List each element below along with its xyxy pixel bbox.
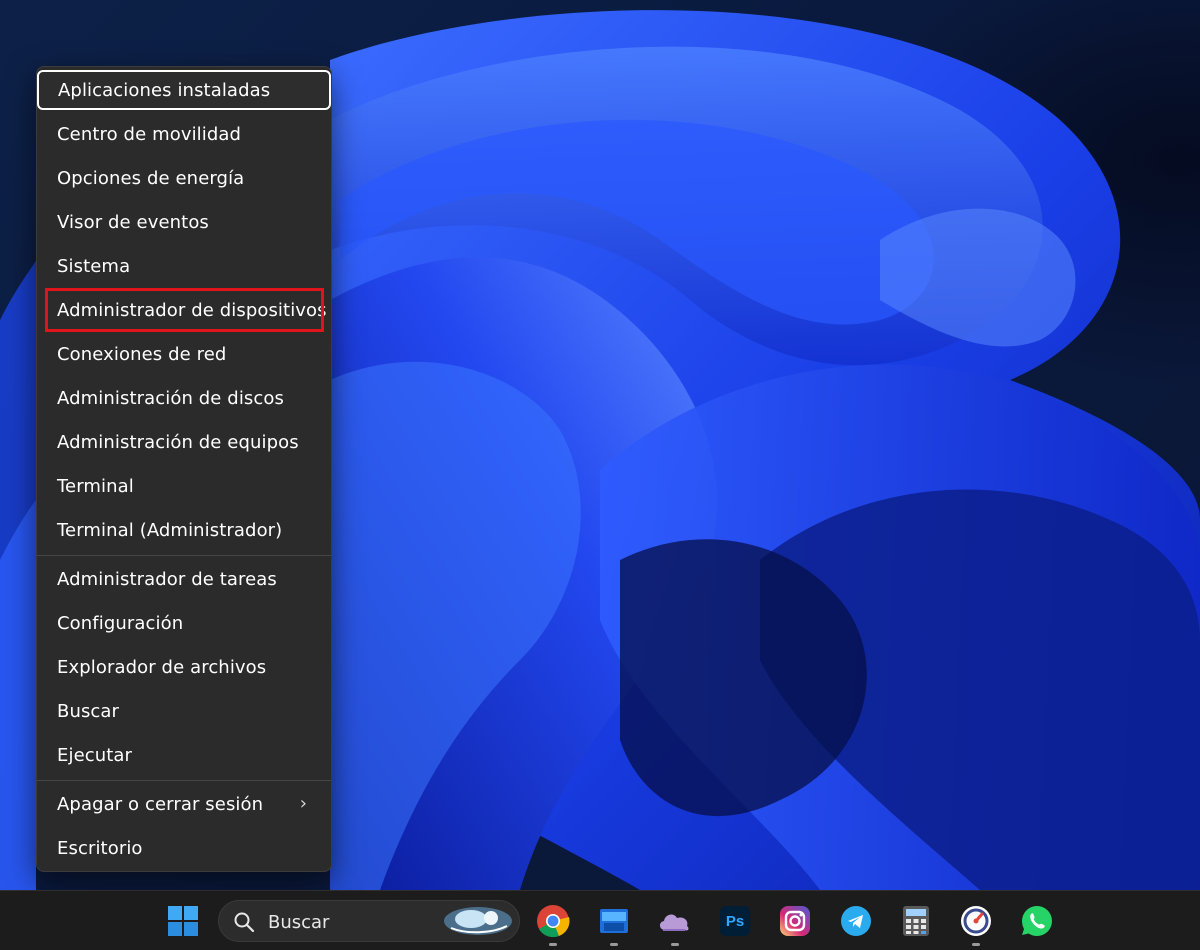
menu-item-label: Visor de eventos <box>57 211 209 233</box>
menu-item-administracion-de-equipos[interactable]: Administración de equipos <box>43 422 325 462</box>
menu-item-label: Centro de movilidad <box>57 123 242 145</box>
menu-item-label: Aplicaciones instaladas <box>58 79 271 101</box>
menu-item-label: Conexiones de red <box>57 343 227 365</box>
menu-item-label: Administración de discos <box>57 387 284 409</box>
menu-item-opciones-de-energia[interactable]: Opciones de energía <box>43 158 325 198</box>
menu-item-label: Opciones de energía <box>57 167 245 189</box>
taskbar-search-box[interactable]: Buscar <box>218 900 520 942</box>
calculator-icon[interactable] <box>898 903 934 939</box>
menu-item-apagar-o-cerrar-sesion[interactable]: Apagar o cerrar sesión › <box>43 784 325 824</box>
menu-item-visor-de-eventos[interactable]: Visor de eventos <box>43 202 325 242</box>
menu-item-buscar[interactable]: Buscar <box>43 691 325 731</box>
running-indicator <box>972 943 980 946</box>
menu-item-label: Terminal <box>57 475 134 497</box>
start-icon[interactable] <box>165 903 201 939</box>
telegram-icon[interactable] <box>838 903 874 939</box>
instagram-icon[interactable] <box>777 903 813 939</box>
menu-item-label: Sistema <box>57 255 131 277</box>
taskbar: Buscar Ps <box>0 890 1200 950</box>
menu-item-label: Configuración <box>57 612 184 634</box>
running-indicator <box>671 943 679 946</box>
onedrive-icon[interactable] <box>656 903 692 939</box>
whatsapp-icon[interactable] <box>1019 903 1055 939</box>
running-indicator <box>610 943 618 946</box>
menu-item-configuracion[interactable]: Configuración <box>43 603 325 643</box>
photoshop-icon[interactable]: Ps <box>717 903 753 939</box>
menu-separator <box>37 555 331 556</box>
search-placeholder: Buscar <box>268 912 330 933</box>
menu-item-terminal-administrador[interactable]: Terminal (Administrador) <box>43 510 325 550</box>
desktop[interactable]: Aplicaciones instaladas Centro de movilid… <box>0 0 1200 890</box>
menu-item-centro-de-movilidad[interactable]: Centro de movilidad <box>43 114 325 154</box>
menu-item-administrador-de-dispositivos[interactable]: Administrador de dispositivos <box>45 288 327 332</box>
menu-item-ejecutar[interactable]: Ejecutar <box>43 735 325 775</box>
quick-link-context-menu: Aplicaciones instaladas Centro de movilid… <box>36 66 332 872</box>
menu-item-label: Escritorio <box>57 837 143 859</box>
menu-item-label: Buscar <box>57 700 120 722</box>
photoshop-label: Ps <box>725 912 745 930</box>
menu-item-label: Administrador de tareas <box>57 568 277 590</box>
menu-item-label: Apagar o cerrar sesión <box>57 793 264 815</box>
menu-item-administracion-de-discos[interactable]: Administración de discos <box>43 378 325 418</box>
running-indicator <box>549 943 557 946</box>
menu-item-conexiones-de-red[interactable]: Conexiones de red <box>43 334 325 374</box>
menu-item-terminal[interactable]: Terminal <box>43 466 325 506</box>
menu-item-sistema[interactable]: Sistema <box>43 246 325 286</box>
menu-item-label: Explorador de archivos <box>57 656 267 678</box>
menu-item-label: Ejecutar <box>57 744 133 766</box>
file-explorer-icon[interactable] <box>596 903 632 939</box>
chrome-icon[interactable] <box>535 903 571 939</box>
speedtest-icon[interactable] <box>958 903 994 939</box>
menu-item-explorador-de-archivos[interactable]: Explorador de archivos <box>43 647 325 687</box>
menu-item-label: Administrador de dispositivos <box>57 299 327 321</box>
menu-separator <box>37 780 331 781</box>
menu-item-label: Administración de equipos <box>57 431 299 453</box>
menu-item-label: Terminal (Administrador) <box>57 519 283 541</box>
menu-item-administrador-de-tareas[interactable]: Administrador de tareas <box>43 559 325 599</box>
menu-item-aplicaciones-instaladas[interactable]: Aplicaciones instaladas <box>37 70 331 110</box>
menu-item-escritorio[interactable]: Escritorio <box>43 828 325 868</box>
search-highlight-illustration <box>444 907 512 935</box>
chevron-right-icon: › <box>299 793 307 814</box>
search-icon <box>234 912 255 933</box>
